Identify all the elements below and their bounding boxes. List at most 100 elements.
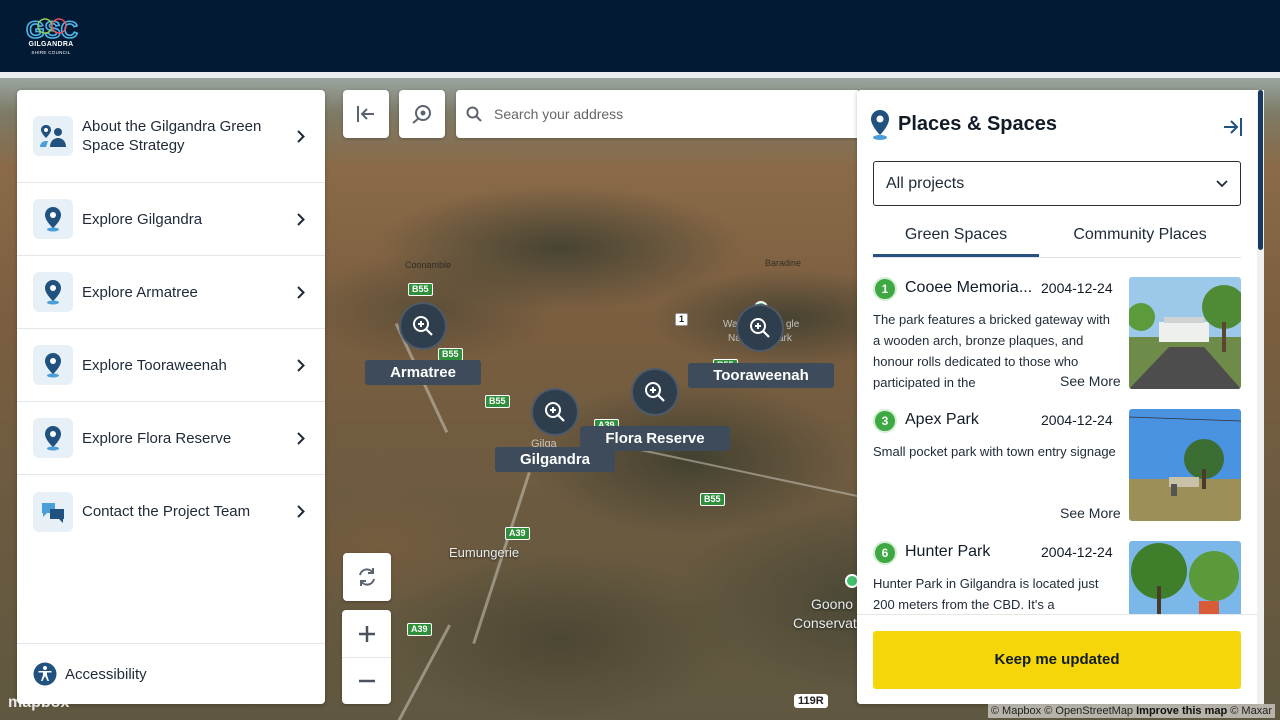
top-header: GSC GILGANDRA SHIRE COUNCIL — [0, 0, 1280, 72]
card-description: Hunter Park in Gilgandra is located just… — [873, 576, 1099, 612]
location-target-icon — [412, 105, 431, 124]
logo-name: GILGANDRA — [28, 41, 74, 48]
address-search[interactable] — [456, 90, 858, 138]
map-place-label: Goono — [811, 596, 854, 612]
select-value: All projects — [886, 174, 965, 192]
see-more-link[interactable]: See More — [1054, 373, 1121, 389]
attribution-maxar[interactable]: © Maxar — [1230, 705, 1272, 717]
road-shield: A39 — [407, 623, 432, 636]
place-card[interactable]: 3 Apex Park 2004-12-24 Small pocket park… — [873, 409, 1241, 521]
sidebar-item-label: About the Gilgandra Green Space Strategy — [82, 118, 262, 154]
tab-divider — [873, 257, 1241, 258]
sidebar-item-contact[interactable]: Contact the Project Team — [17, 475, 325, 548]
card-number-badge: 6 — [873, 541, 897, 565]
map-place-label: gle — [786, 319, 800, 330]
card-date: 2004-12-24 — [1041, 280, 1113, 296]
sidebar-item-explore-tooraweenah[interactable]: Explore Tooraweenah — [17, 329, 325, 402]
card-date: 2004-12-24 — [1041, 544, 1113, 560]
accessibility-label: Accessibility — [65, 665, 147, 683]
project-filter-select[interactable]: All projects — [873, 161, 1241, 206]
collapse-sidebar-button[interactable] — [343, 90, 389, 138]
panel-scrollbar-thumb[interactable] — [1258, 90, 1263, 250]
rotate-icon — [359, 568, 375, 586]
map-marker-tooraweenah[interactable] — [736, 304, 784, 352]
road-shield: 1 — [675, 313, 689, 326]
card-description: Small pocket park with town entry signag… — [873, 444, 1116, 459]
chevron-right-icon — [297, 129, 307, 143]
map-place-label: Coonamble — [405, 260, 452, 270]
map-marker-flora-reserve[interactable] — [631, 368, 679, 416]
sidebar-item-explore-flora-reserve[interactable]: Explore Flora Reserve — [17, 402, 325, 475]
chevron-down-icon — [1216, 179, 1228, 187]
card-number-badge: 1 — [873, 277, 897, 301]
keep-me-updated-button[interactable]: Keep me updated — [873, 631, 1241, 689]
location-pin-icon — [33, 345, 73, 385]
zoom-in-button[interactable] — [342, 610, 391, 657]
chat-bubbles-icon — [33, 491, 73, 532]
rotate-map-button[interactable] — [343, 553, 391, 601]
plus-icon — [358, 625, 375, 642]
sidebar-item-label: Explore Tooraweenah — [82, 356, 227, 374]
search-icon — [466, 106, 482, 122]
chevron-right-icon — [297, 505, 307, 519]
park-field-image — [1129, 409, 1241, 521]
park-gateway-image — [1129, 277, 1241, 389]
chevron-right-icon — [297, 431, 307, 445]
sidebar-item-explore-armatree[interactable]: Explore Armatree — [17, 256, 325, 329]
collapse-left-icon — [357, 106, 374, 122]
marker-label[interactable]: Armatree — [365, 360, 481, 385]
panel-footer: Keep me updated — [857, 614, 1257, 704]
improve-map-link[interactable]: Improve this map — [1136, 705, 1227, 717]
card-thumbnail[interactable] — [1129, 541, 1241, 615]
mapbox-logo[interactable]: mapbox — [8, 694, 69, 712]
route-tag: 119R — [794, 694, 828, 708]
zoom-in-icon — [750, 318, 770, 338]
sidebar-item-label: Explore Armatree — [82, 283, 198, 301]
collapse-right-icon[interactable] — [1222, 116, 1244, 138]
zoom-out-button[interactable] — [342, 657, 391, 704]
card-thumbnail[interactable] — [1129, 409, 1241, 521]
tab-green-spaces[interactable]: Green Spaces — [873, 220, 1039, 257]
map-place-label: Baradine — [765, 258, 802, 268]
zoom-controls — [342, 610, 391, 704]
chevron-right-icon — [297, 358, 307, 372]
map-marker-gilgandra[interactable] — [531, 388, 579, 436]
search-input[interactable] — [494, 106, 824, 122]
places-list: 1 Cooee Memoria... 2004-12-24 The park f… — [857, 265, 1257, 615]
locate-button[interactable] — [399, 90, 445, 138]
logo-subtitle: SHIRE COUNCIL — [31, 50, 71, 55]
card-number-badge: 3 — [873, 409, 897, 433]
sidebar-item-label: Contact the Project Team — [82, 503, 251, 520]
sidebar-item-about[interactable]: About the Gilgandra Green Space Strategy — [17, 90, 325, 183]
marker-label[interactable]: Tooraweenah — [688, 363, 834, 388]
places-panel: Places & Spaces All projects Green Space… — [857, 90, 1257, 704]
accessibility-icon — [33, 662, 57, 686]
place-card[interactable]: 1 Cooee Memoria... 2004-12-24 The park f… — [873, 277, 1241, 390]
tab-community-places[interactable]: Community Places — [1053, 220, 1227, 257]
park-trees-image — [1129, 541, 1241, 615]
zoom-in-icon — [645, 382, 665, 402]
card-title[interactable]: Apex Park — [905, 411, 1035, 429]
location-pin-icon — [33, 418, 73, 458]
left-sidebar: About the Gilgandra Green Space Strategy… — [17, 90, 325, 704]
location-pin-icon — [33, 272, 73, 312]
attribution-mapbox[interactable]: © Mapbox — [991, 705, 1041, 717]
chevron-right-icon — [297, 212, 307, 226]
card-thumbnail[interactable] — [1129, 277, 1241, 389]
marker-label[interactable]: Flora Reserve — [580, 426, 730, 451]
sidebar-item-explore-gilgandra[interactable]: Explore Gilgandra — [17, 183, 325, 256]
map-place-label: Eumungerie — [449, 545, 520, 560]
card-title[interactable]: Hunter Park — [905, 543, 1035, 561]
place-card[interactable]: 6 Hunter Park 2004-12-24 Hunter Park in … — [873, 541, 1241, 615]
map-marker-armatree[interactable] — [399, 302, 447, 350]
road-shield: B55 — [485, 395, 510, 408]
attribution-osm[interactable]: © OpenStreetMap — [1044, 705, 1133, 717]
see-more-link[interactable]: See More — [1054, 505, 1121, 521]
road-shield: B55 — [700, 493, 725, 506]
map-attribution: © Mapbox © OpenStreetMap Improve this ma… — [987, 704, 1275, 718]
zoom-in-icon — [413, 316, 433, 336]
zoom-in-icon — [545, 402, 565, 422]
card-title[interactable]: Cooee Memoria... — [905, 279, 1035, 297]
map-place-label: Conservat — [793, 615, 857, 631]
svg-text:GSC: GSC — [26, 17, 78, 44]
